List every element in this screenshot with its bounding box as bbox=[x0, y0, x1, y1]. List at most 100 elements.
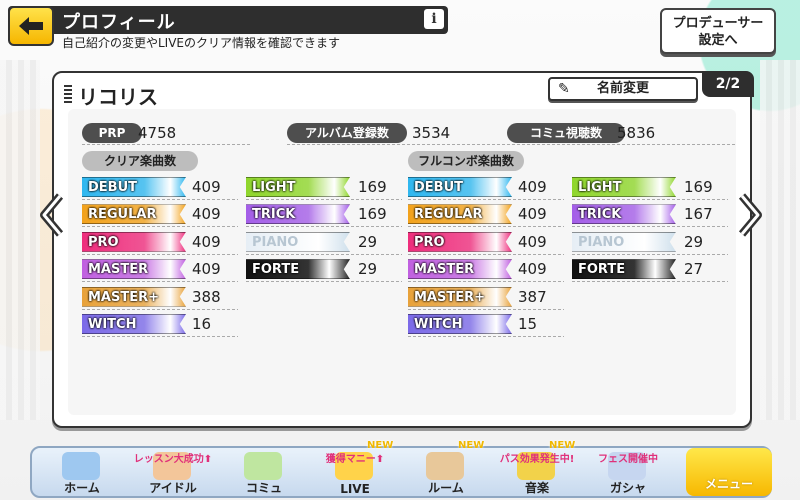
nav-label: ホーム bbox=[64, 481, 100, 495]
stat-underline bbox=[507, 144, 737, 145]
fullcombo-master-count: 409 bbox=[518, 260, 547, 279]
clear-master-tag: MASTER bbox=[82, 259, 186, 280]
nav-label: ルーム bbox=[428, 481, 464, 495]
stat-underline bbox=[82, 144, 252, 145]
fullcombo-label: フルコンボ楽曲数 bbox=[408, 151, 524, 171]
fullcombo-pro-count: 409 bbox=[518, 232, 547, 251]
clear-witch-count: 16 bbox=[192, 315, 212, 333]
clear-trick-tag: TRICK bbox=[246, 204, 350, 225]
nav-annotation: パス効果発生中! bbox=[499, 454, 575, 465]
fullcombo-witch-tag: WITCH bbox=[408, 314, 512, 334]
row-underline bbox=[408, 253, 564, 255]
nav-menu-button[interactable]: メニュー bbox=[686, 448, 772, 496]
clear-regular-count: 409 bbox=[192, 205, 221, 224]
clear-forte-count: 29 bbox=[358, 260, 378, 279]
new-badge: NEW bbox=[549, 440, 576, 451]
row-underline bbox=[82, 226, 238, 228]
stat-underline bbox=[287, 144, 517, 145]
row-underline bbox=[246, 253, 402, 255]
fullcombo-forte-count: 27 bbox=[684, 260, 704, 279]
nav-label: LIVE bbox=[340, 482, 370, 496]
clear-light-count: 169 bbox=[358, 178, 387, 196]
clear-master-count: 409 bbox=[192, 260, 221, 279]
row-underline bbox=[572, 199, 728, 200]
nav-label: コミュ bbox=[245, 481, 282, 495]
row-underline bbox=[572, 281, 728, 283]
row-underline bbox=[82, 308, 238, 310]
row-underline bbox=[408, 336, 564, 337]
fullcombo-piano-count: 29 bbox=[684, 232, 704, 251]
clear-light-tag: LIGHT bbox=[246, 177, 350, 197]
nav-icon bbox=[244, 452, 282, 480]
page-title: プロフィール bbox=[62, 12, 176, 33]
new-badge: NEW bbox=[367, 440, 394, 451]
nav-label: 音楽 bbox=[524, 481, 549, 495]
bottom-navigation: ホーム レッスン大成功⬆ アイドル コミュ 獲得マニー⬆ NEW LIVE NEW ルーム パス効… bbox=[30, 440, 772, 498]
nav-item-3[interactable]: 獲得マニー⬆ NEW LIVE bbox=[311, 440, 399, 498]
nav-label: ガシャ bbox=[609, 481, 646, 495]
fullcombo-debut-tag: DEBUT bbox=[408, 177, 512, 197]
fullcombo-master-tag: MASTER bbox=[408, 259, 512, 280]
nav-item-6[interactable]: フェス開催中 ガシャ bbox=[584, 448, 672, 498]
clear-debut-tag: DEBUT bbox=[82, 177, 186, 197]
fullcombo-master-plus-count: 387 bbox=[518, 287, 547, 306]
row-underline bbox=[82, 253, 238, 255]
fullcombo-light-tag: LIGHT bbox=[572, 177, 676, 197]
nav-icon bbox=[426, 452, 464, 480]
nav-annotation: フェス開催中 bbox=[598, 454, 658, 465]
nav-annotation: レッスン大成功⬆ bbox=[133, 454, 213, 465]
new-badge: NEW bbox=[458, 440, 485, 451]
page-subtitle: 自己紹介の変更やLIVEのクリア情報を確認できます bbox=[62, 36, 341, 50]
clear-master-plus-tag: MASTER+ bbox=[82, 286, 186, 307]
clear-forte-tag: FORTE bbox=[246, 259, 350, 280]
fullcombo-light-count: 169 bbox=[684, 178, 713, 196]
clear-witch-tag: WITCH bbox=[82, 314, 186, 334]
rename-button[interactable]: ✎ 名前変更 bbox=[548, 77, 698, 101]
nav-item-0[interactable]: ホーム bbox=[38, 448, 126, 498]
fullcombo-witch-count: 15 bbox=[518, 315, 538, 333]
row-underline bbox=[82, 281, 238, 283]
clear-piano-tag: PIANO bbox=[246, 231, 350, 252]
nav-label: メニュー bbox=[704, 477, 753, 491]
info-button[interactable]: i bbox=[424, 9, 444, 29]
nav-item-1[interactable]: レッスン大成功⬆ アイドル bbox=[129, 448, 217, 498]
nav-item-4[interactable]: NEW ルーム bbox=[402, 440, 490, 498]
left-deco bbox=[0, 60, 40, 420]
row-underline bbox=[246, 281, 402, 283]
nav-icon bbox=[62, 452, 100, 480]
page-indicator: 2/2 bbox=[702, 71, 754, 97]
fullcombo-debut-count: 409 bbox=[518, 178, 547, 196]
stats-area: PRP 4758 アルバム登録数 3534 コミュ視聴数 5836 クリア楽曲数 DEBUT 4… bbox=[68, 109, 737, 415]
nav-item-5[interactable]: パス効果発生中! NEW 音楽 bbox=[493, 440, 581, 498]
clear-label: クリア楽曲数 bbox=[82, 151, 198, 171]
back-arrow-icon bbox=[19, 17, 43, 35]
fullcombo-trick-tag: TRICK bbox=[572, 204, 676, 225]
stat-label: コミュ視聴数 bbox=[507, 123, 625, 143]
prev-page-arrow[interactable] bbox=[38, 192, 66, 238]
fullcombo-pro-tag: PRO bbox=[408, 231, 512, 252]
next-page-arrow[interactable] bbox=[736, 192, 764, 238]
pencil-icon: ✎ bbox=[558, 81, 570, 97]
clear-pro-tag: PRO bbox=[82, 231, 186, 252]
fullcombo-regular-tag: REGULAR bbox=[408, 204, 512, 225]
fullcombo-piano-tag: PIANO bbox=[572, 231, 676, 252]
nav-annotation: 獲得マニー⬆ bbox=[325, 454, 385, 465]
stat-label: PRP bbox=[82, 123, 142, 143]
row-underline bbox=[408, 226, 564, 228]
fullcombo-regular-count: 409 bbox=[518, 205, 547, 224]
stat-value: 3534 bbox=[412, 124, 451, 142]
clear-pro-count: 409 bbox=[192, 232, 221, 251]
clear-piano-count: 29 bbox=[358, 232, 378, 251]
back-button[interactable] bbox=[8, 6, 54, 46]
stat-label: アルバム登録数 bbox=[287, 123, 407, 143]
fullcombo-master-plus-tag: MASTER+ bbox=[408, 286, 512, 307]
producer-name: リコリス bbox=[64, 81, 158, 110]
producer-settings-button[interactable]: プロデューサー 設定へ bbox=[660, 8, 776, 54]
profile-panel: リコリス ✎ 名前変更 2/2 PRP 4758 アルバム登録数 3534 コミュ視聴数 5… bbox=[52, 71, 754, 428]
row-underline bbox=[572, 253, 728, 255]
row-underline bbox=[408, 281, 564, 283]
fullcombo-forte-tag: FORTE bbox=[572, 259, 676, 280]
clear-trick-count: 169 bbox=[358, 205, 387, 224]
nav-item-2[interactable]: コミュ bbox=[220, 448, 308, 498]
rename-label: 名前変更 bbox=[596, 81, 649, 96]
